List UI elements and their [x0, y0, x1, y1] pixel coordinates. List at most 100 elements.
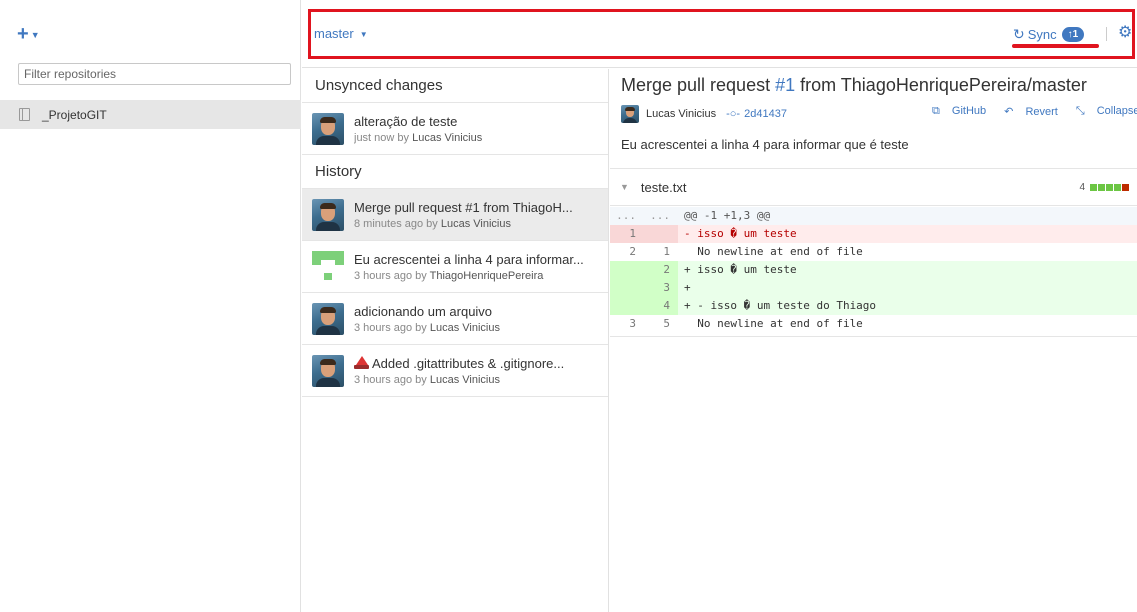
commit-detail-panel: Merge pull request #1 from ThiagoHenriqu… — [610, 69, 1137, 612]
history-commit-item[interactable]: Added .gitattributes & .gitignore... 3 h… — [302, 345, 608, 397]
user-avatar — [312, 112, 344, 145]
commit-meta: 3 hours ago by Lucas Vinicius — [354, 321, 500, 334]
commit-meta: just now by Lucas Vinicius — [354, 131, 483, 144]
external-link-icon: ⧉ — [932, 105, 940, 117]
repository-sidebar: +▼ _ProjetoGIT — [0, 0, 301, 612]
diff-line: 1 - isso � um teste — [610, 225, 1137, 243]
sync-icon: ↻ — [1013, 26, 1025, 42]
user-avatar — [621, 105, 639, 123]
pull-request-link[interactable]: #1 — [775, 75, 795, 95]
commit-icon: -○- — [726, 108, 741, 120]
github-desktop-window: +▼ _ProjetoGIT master▼ ↻ Sync ↑1 ⚙ Unsyn… — [0, 0, 1137, 612]
commit-title: Added .gitattributes & .gitignore... — [354, 355, 564, 371]
collapse-icon: ⤡ — [1075, 105, 1085, 117]
branch-selector[interactable]: master ▼ — [314, 26, 368, 41]
undo-icon: ↶ — [1004, 106, 1014, 118]
new-line-number: 5 — [663, 317, 670, 330]
new-line-number: 4 — [644, 297, 678, 315]
diff-code: + — [684, 281, 691, 294]
commit-title: adicionando um arquivo — [354, 303, 493, 319]
user-avatar — [312, 198, 344, 231]
sidebar-item-repository[interactable]: _ProjetoGIT — [0, 100, 301, 129]
commit-author: Lucas Vinicius — [646, 108, 717, 120]
branch-name: master — [314, 26, 354, 41]
diff-code: @@ -1 +1,3 @@ — [684, 209, 771, 222]
stat-square — [1122, 184, 1129, 191]
diff-line: 3 + — [610, 279, 1137, 297]
stat-square — [1090, 184, 1097, 191]
unsynced-changes-header: Unsynced changes — [302, 69, 608, 103]
sync-count-badge: ↑1 — [1061, 27, 1085, 42]
diff-line: 3 5 No newline at end of file — [610, 315, 1137, 333]
old-line-number — [610, 297, 644, 315]
commit-description: Eu acrescentei a linha 4 para informar q… — [621, 137, 909, 152]
commit-title: Eu acrescentei a linha 4 para informar..… — [354, 251, 584, 267]
commit-list-panel: Unsynced changes alteração de teste just… — [302, 69, 609, 612]
filter-repositories-input[interactable] — [18, 63, 291, 85]
old-line-number: ... — [616, 209, 636, 222]
sync-label: Sync — [1027, 27, 1057, 42]
history-commit-item[interactable]: Eu acrescentei a linha 4 para informar..… — [302, 241, 608, 293]
repository-name: _ProjetoGIT — [42, 107, 107, 122]
old-line-number: 2 — [629, 245, 636, 258]
old-line-number — [610, 279, 644, 297]
stat-square — [1106, 184, 1113, 191]
new-line-number: 1 — [663, 245, 670, 258]
old-line-number — [610, 261, 644, 279]
commit-meta: 8 minutes ago by Lucas Vinicius — [354, 217, 511, 230]
old-line-number: 3 — [629, 317, 636, 330]
user-avatar — [312, 354, 344, 387]
diff-line: ...... @@ -1 +1,3 @@ — [610, 207, 1137, 225]
diff-line: 2 1 No newline at end of file — [610, 243, 1137, 261]
history-commit-item[interactable]: adicionando um arquivo 3 hours ago by Lu… — [302, 293, 608, 345]
diff-code: + isso � um teste — [684, 263, 797, 276]
diff-code: - isso � um teste — [684, 227, 797, 240]
identicon-avatar — [312, 250, 344, 283]
add-repository-button[interactable]: + ▼ — [17, 24, 40, 45]
diff-code: No newline at end of file — [684, 317, 863, 330]
plus-icon: + — [17, 23, 29, 45]
file-name: teste.txt — [640, 179, 687, 195]
history-commit-item[interactable]: Merge pull request #1 from ThiagoH... 8 … — [302, 189, 608, 241]
divider — [610, 336, 1137, 337]
diff-view: ...... @@ -1 +1,3 @@ 1 - isso � um teste 2 1 … — [610, 207, 1137, 333]
chevron-down-icon: ▼ — [359, 30, 368, 40]
change-count: 4 — [1079, 182, 1085, 193]
commit-actions: ⧉ GitHub ↶ Revert ⤡ Collapse all — [932, 105, 1137, 118]
new-line-number: 2 — [644, 261, 678, 279]
history-header: History — [302, 155, 608, 189]
commit-author-line: Lucas Vinicius -○- 2d41437 — [621, 105, 787, 123]
diff-file-header[interactable]: ▼ teste.txt 4 — [610, 169, 1137, 206]
old-line-number: 1 — [610, 225, 644, 243]
diff-line: 2 + isso � um teste — [610, 261, 1137, 279]
gear-icon[interactable]: ⚙ — [1118, 22, 1132, 42]
commit-sha-link[interactable]: -○- 2d41437 — [726, 108, 787, 120]
annotation-underline — [1012, 44, 1099, 48]
diff-line: 4 + - isso � um teste do Thiago — [610, 297, 1137, 315]
top-toolbar — [302, 0, 1137, 68]
sync-button[interactable]: ↻ Sync ↑1 — [1013, 26, 1085, 43]
repo-icon — [19, 108, 30, 121]
new-line-number: 3 — [644, 279, 678, 297]
commit-title: alteração de teste — [354, 113, 458, 129]
commit-meta: 3 hours ago by ThiagoHenriquePereira — [354, 269, 544, 282]
unsynced-commit-item[interactable]: alteração de teste just now by Lucas Vin… — [302, 103, 608, 155]
diff-code: + - isso � um teste do Thiago — [684, 299, 877, 312]
commit-heading: Merge pull request #1 from ThiagoHenriqu… — [621, 75, 1087, 95]
commit-meta: 3 hours ago by Lucas Vinicius — [354, 373, 500, 386]
chevron-down-icon: ▼ — [30, 29, 40, 40]
stat-square — [1114, 184, 1121, 191]
stat-square — [1098, 184, 1105, 191]
diff-code: No newline at end of file — [684, 245, 863, 258]
revert-button[interactable]: ↶ Revert — [1004, 105, 1067, 118]
chevron-down-icon[interactable]: ▼ — [620, 182, 629, 192]
commit-title: Merge pull request #1 from ThiagoH... — [354, 199, 573, 215]
collapse-all-button[interactable]: ⤡ Collapse all — [1076, 105, 1137, 118]
user-avatar — [312, 302, 344, 335]
new-line-number: ... — [650, 209, 670, 222]
toolbar-divider — [1106, 27, 1107, 41]
new-line-number — [644, 225, 678, 243]
gitattributes-icon — [354, 355, 369, 369]
diff-stat: 4 — [1079, 182, 1129, 193]
open-on-github-button[interactable]: ⧉ GitHub — [932, 105, 995, 118]
